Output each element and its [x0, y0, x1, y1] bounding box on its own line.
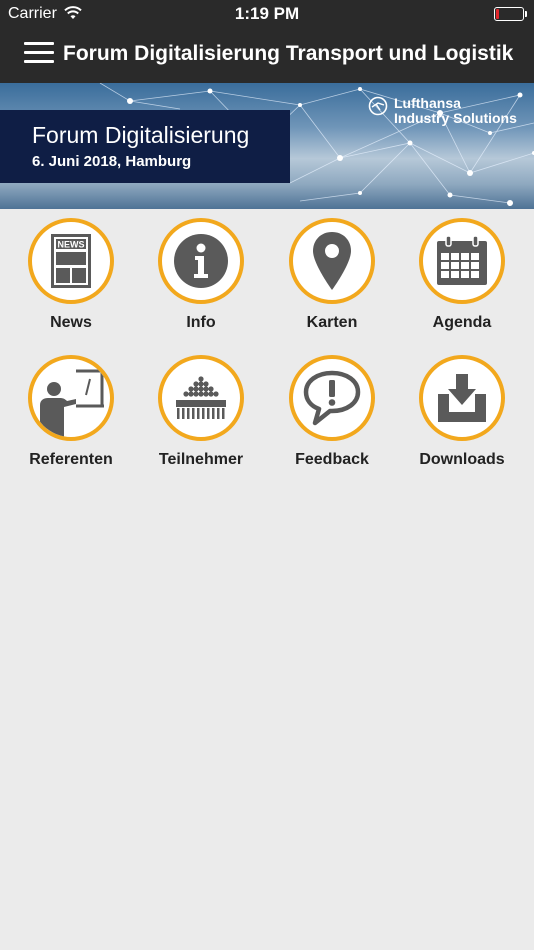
- nav-bar: Forum Digitalisierung Transport und Logi…: [0, 28, 534, 83]
- speaker-icon: [28, 355, 114, 441]
- menu-item-downloads[interactable]: Downloads: [402, 355, 522, 480]
- menu-label-teilnehmer: Teilnehmer: [158, 451, 244, 468]
- banner-title-box: Forum Digitalisierung 6. Juni 2018, Hamb…: [0, 110, 290, 183]
- news-icon: NEWS: [28, 218, 114, 304]
- brand-name: Lufthansa Industry Solutions: [394, 96, 517, 126]
- menu-label-news: News: [50, 314, 92, 331]
- menu-item-teilnehmer[interactable]: Teilnehmer: [141, 355, 261, 480]
- banner-subtitle: 6. Juni 2018, Hamburg: [32, 153, 192, 170]
- event-banner: Forum Digitalisierung 6. Juni 2018, Hamb…: [0, 83, 534, 209]
- menu-item-news[interactable]: NEWS News: [11, 218, 131, 343]
- nav-title: Forum Digitalisierung Transport und Logi…: [63, 42, 514, 65]
- menu-label-referenten: Referenten: [29, 451, 113, 468]
- menu-item-karten[interactable]: Karten: [272, 218, 392, 343]
- svg-text:NEWS: NEWS: [58, 240, 85, 250]
- menu-label-feedback: Feedback: [295, 451, 369, 468]
- info-icon: [158, 218, 244, 304]
- menu-label-agenda: Agenda: [432, 314, 492, 331]
- download-icon: [419, 355, 505, 441]
- menu-item-agenda[interactable]: Agenda: [402, 218, 522, 343]
- menu-item-referenten[interactable]: Referenten: [11, 355, 131, 480]
- calendar-icon: [419, 218, 505, 304]
- feedback-icon: [289, 355, 375, 441]
- hamburger-menu-button[interactable]: [24, 42, 54, 68]
- menu-item-feedback[interactable]: Feedback: [272, 355, 392, 480]
- battery-icon: [494, 7, 527, 21]
- brand-line-2: Industry Solutions: [394, 110, 517, 126]
- banner-title: Forum Digitalisierung: [32, 122, 250, 148]
- lufthansa-crane-logo: [368, 96, 388, 121]
- brand-line-1: Lufthansa: [394, 95, 461, 111]
- status-bar: Carrier 1:19 PM: [0, 0, 534, 28]
- clock: 1:19 PM: [234, 4, 300, 23]
- battery-level: [496, 9, 499, 19]
- menu-label-karten: Karten: [306, 314, 358, 331]
- menu-item-info[interactable]: Info: [141, 218, 261, 343]
- menu-label-downloads: Downloads: [419, 451, 505, 468]
- audience-icon: [158, 355, 244, 441]
- menu-label-info: Info: [186, 314, 216, 331]
- map-pin-icon: [289, 218, 375, 304]
